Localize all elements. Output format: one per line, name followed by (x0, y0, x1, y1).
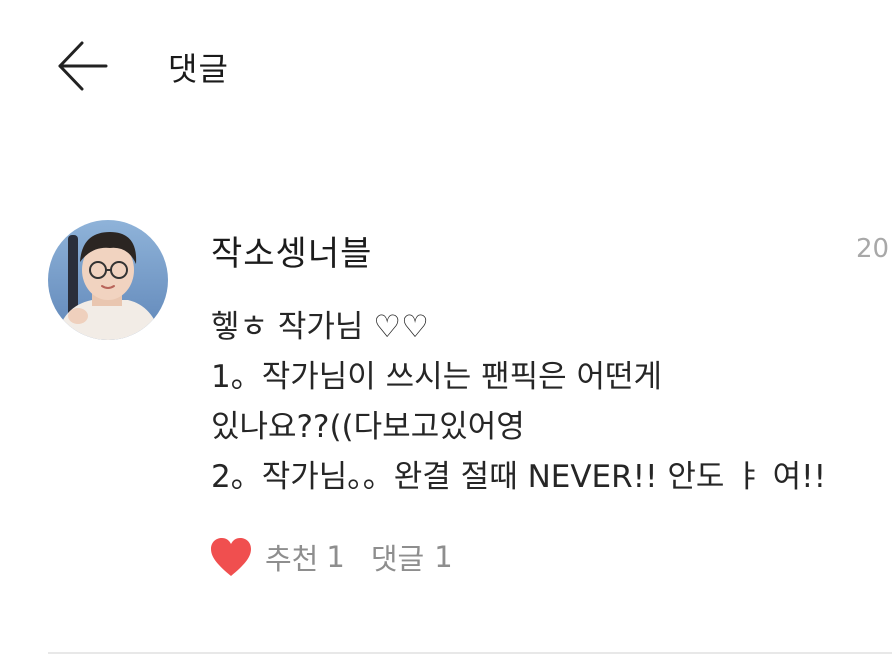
comment-body: 헿ㅎ 작가님 ♡♡ 1。작가님이 쓰시는 팬픽은 어떤게 있나요??((다보고있… (211, 302, 891, 502)
comment-actions: 추천 1 댓글 1 (209, 532, 453, 582)
back-button[interactable] (52, 38, 112, 94)
reply-button[interactable]: 댓글 1 (371, 536, 453, 578)
comment-date: 20 (856, 234, 890, 264)
like-count: 1 (326, 540, 345, 574)
reply-label: 댓글 (370, 542, 425, 576)
divider (48, 652, 892, 654)
comment-line: 1。작가님이 쓰시는 팬픽은 어떤게 (211, 359, 663, 395)
comment-item: 작소셍너블 20 헿ㅎ 작가님 ♡♡ 1。작가님이 쓰시는 팬픽은 어떤게 있나… (0, 200, 892, 655)
arrow-left-icon (58, 41, 108, 91)
reply-count: 1 (434, 540, 453, 574)
like-button[interactable]: 추천 1 (209, 536, 345, 578)
comment-line: 헿ㅎ 작가님 ♡♡ (211, 309, 429, 345)
comment-line: 2。작가님。。완결 절때 NEVER!! 안도 ㅑ 여!! (211, 459, 827, 495)
avatar[interactable] (48, 220, 168, 340)
comment-line: 있나요??((다보고있어영 (211, 409, 525, 445)
page-title: 댓글 (168, 50, 229, 88)
user-avatar-image (48, 220, 168, 340)
like-label: 추천 (265, 542, 319, 576)
app-header: 댓글 (0, 0, 892, 130)
comment-username[interactable]: 작소셍너블 (211, 226, 372, 275)
heart-icon (211, 538, 251, 576)
